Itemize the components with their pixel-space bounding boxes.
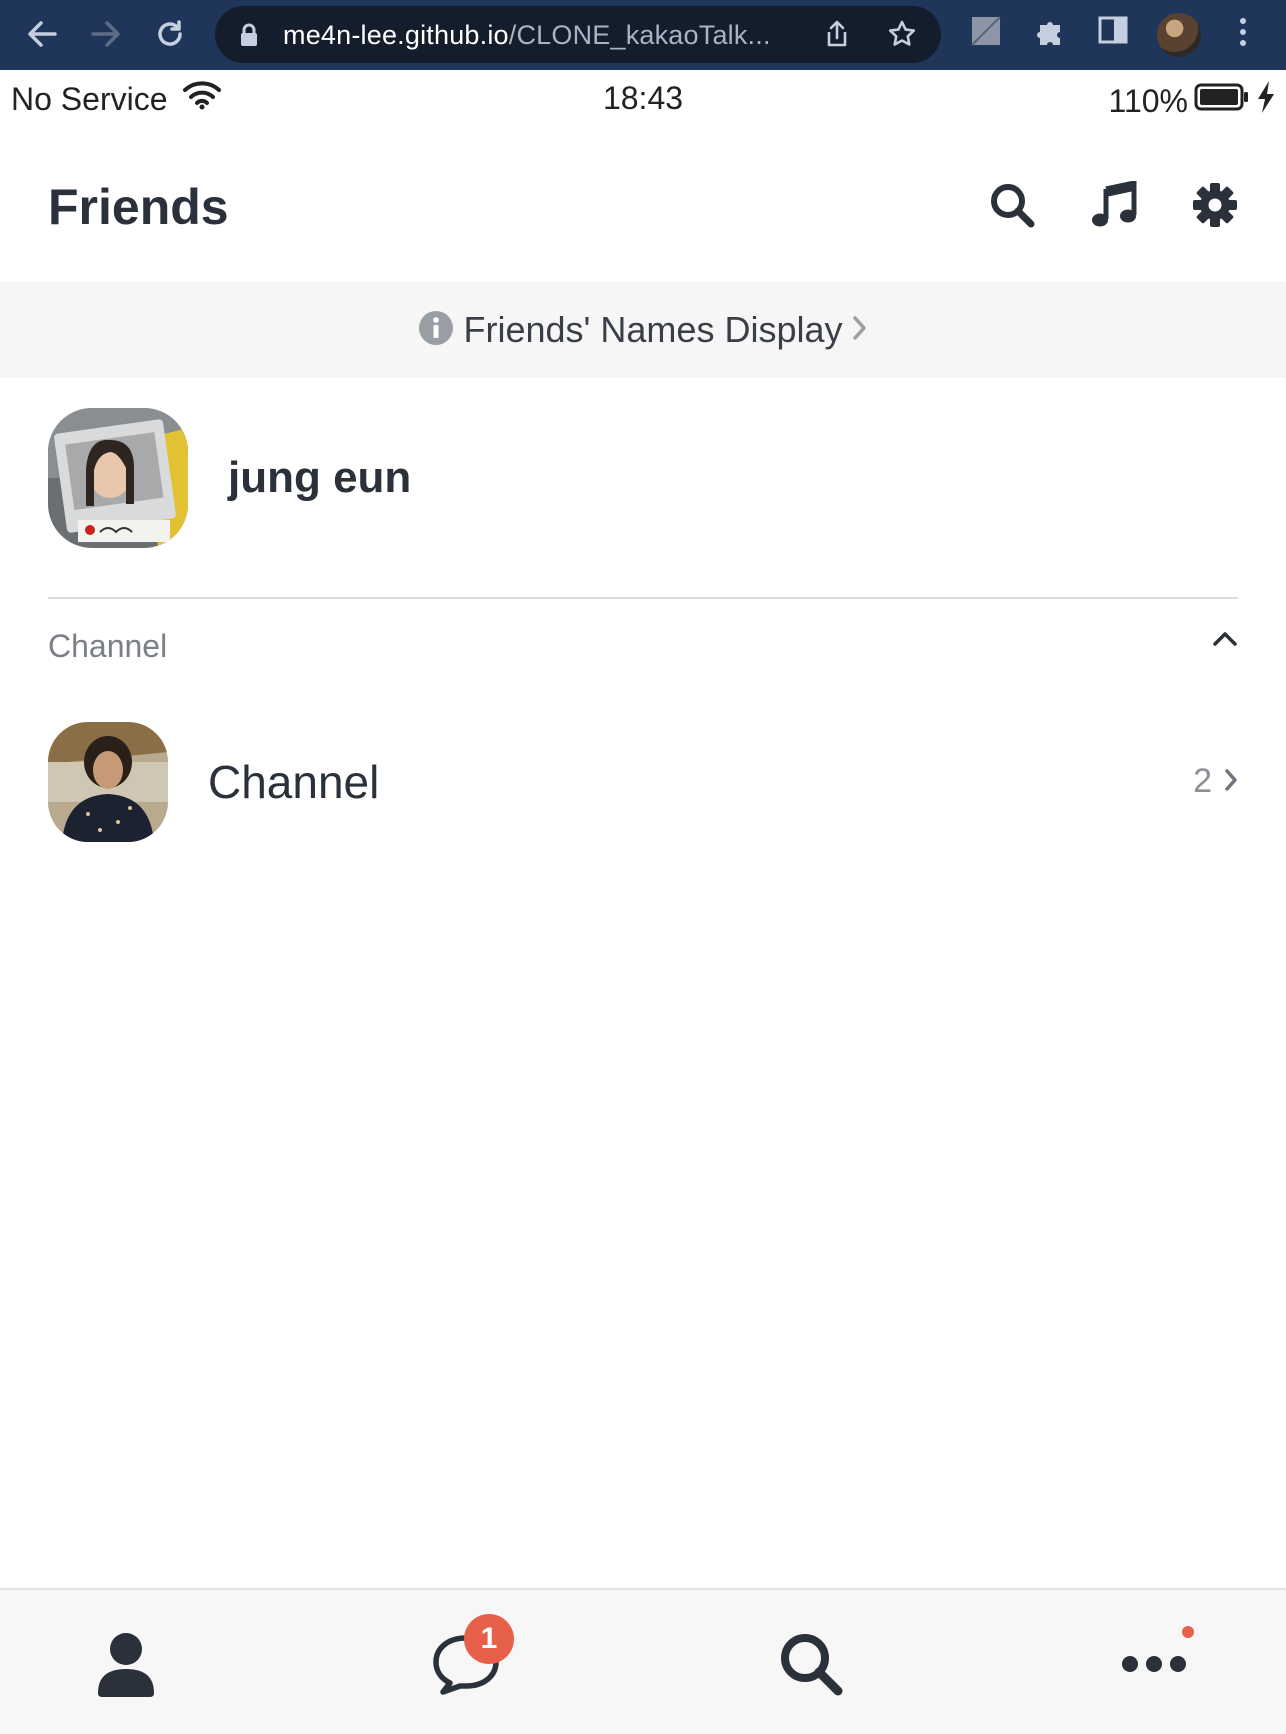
page-title: Friends [48, 179, 229, 235]
side-panel-icon[interactable] [1098, 15, 1128, 50]
battery-icon [1194, 82, 1250, 120]
bookmark-star-icon[interactable] [887, 19, 917, 54]
tab-search-icon[interactable] [771, 1626, 851, 1702]
back-arrow-icon[interactable] [22, 14, 62, 54]
chats-unread-badge: 1 [464, 1614, 514, 1664]
browser-toolbar: me4n-lee.github.io/CLONE_kakaoTalk... [0, 0, 1286, 70]
banner-label: Friends' Names Display [463, 309, 843, 350]
address-bar[interactable]: me4n-lee.github.io/CLONE_kakaoTalk... [215, 6, 941, 63]
url-host: me4n-lee.github.io [283, 20, 509, 50]
page-header: Friends [0, 150, 1286, 266]
bottom-tab-bar: 1 [0, 1588, 1286, 1734]
puzzle-extensions-icon[interactable] [1034, 15, 1068, 54]
profile-avatar[interactable] [48, 408, 188, 548]
search-icon[interactable] [987, 180, 1037, 230]
my-profile-row[interactable]: jung eun [48, 408, 1238, 548]
settings-gear-icon[interactable] [1190, 180, 1240, 230]
more-notification-dot [1182, 1626, 1194, 1638]
forward-arrow-icon[interactable] [86, 14, 126, 54]
status-time: 18:43 [602, 80, 684, 116]
chevron-up-icon[interactable] [1212, 630, 1238, 653]
lock-icon [239, 23, 259, 52]
profile-name: jung eun [228, 453, 412, 502]
section-title: Channel [48, 628, 168, 664]
chevron-right-icon [1224, 768, 1238, 797]
status-right: 110% [1109, 80, 1276, 122]
charging-bolt-icon [1256, 80, 1276, 122]
divider [48, 597, 1238, 599]
browser-menu-icon[interactable] [1233, 15, 1253, 54]
url-path: /CLONE_kakaoTalk... [508, 20, 771, 50]
reload-icon[interactable] [150, 14, 190, 54]
tab-friends-person-icon[interactable] [86, 1626, 166, 1702]
channel-avatar [48, 722, 168, 842]
url-text[interactable]: me4n-lee.github.io/CLONE_kakaoTalk... [283, 20, 771, 51]
info-circle-icon [418, 310, 454, 351]
battery-percent: 110% [1108, 82, 1188, 119]
status-bar: No Service 18:43 110% [0, 70, 1286, 130]
channel-list-item[interactable]: Channel 2 [48, 722, 1238, 842]
friends-names-display-banner[interactable]: Friends' Names Display [0, 282, 1286, 378]
extension-square-icon[interactable] [970, 15, 1002, 52]
share-icon[interactable] [825, 20, 849, 53]
channel-name: Channel [208, 756, 380, 808]
channel-count: 2 [1193, 762, 1212, 800]
tab-more-dots-icon[interactable] [1114, 1626, 1194, 1702]
channel-section-header[interactable]: Channel [48, 622, 1238, 674]
chevron-right-icon [852, 315, 868, 346]
music-note-icon[interactable] [1089, 180, 1139, 230]
browser-profile-avatar[interactable] [1157, 13, 1201, 57]
